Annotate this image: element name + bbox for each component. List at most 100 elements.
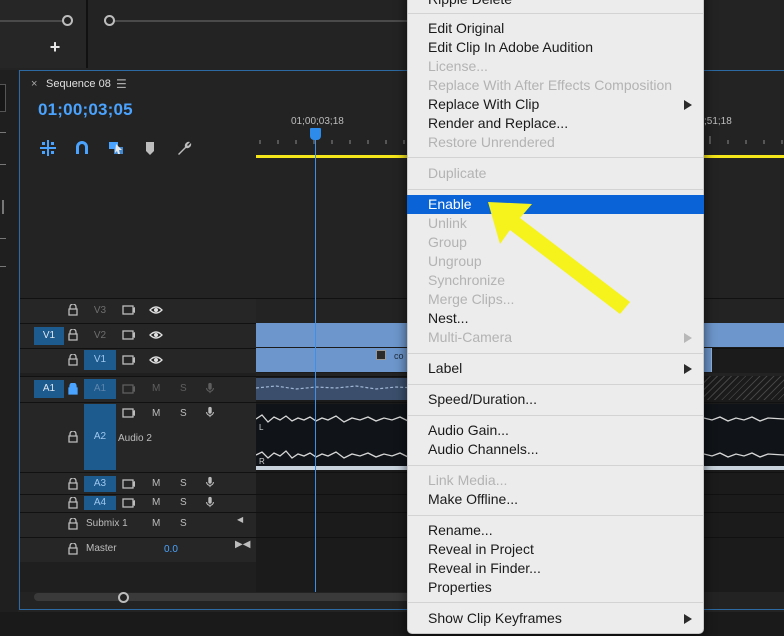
mic-icon[interactable] [203,406,217,418]
menu-item-label: Edit Clip In Adobe Audition [428,39,594,55]
track-target-v2[interactable]: V2 [84,329,116,343]
film-icon[interactable] [122,329,136,341]
menu-item-edit-clip-in-adobe-audition[interactable]: Edit Clip In Adobe Audition [407,38,704,57]
menu-item-label: Replace With Clip [428,96,540,112]
track-target-a3[interactable]: A3 [84,476,116,492]
menu-item-label[interactable]: Label [407,359,704,378]
master-level-value[interactable]: 0.0 [164,544,178,556]
timeline-zoom-scrollbar[interactable] [34,593,414,601]
snap-icon[interactable] [39,139,57,157]
menu-item-speed-duration[interactable]: Speed/Duration... [407,390,704,409]
track-target-a2[interactable]: A2 [84,404,116,470]
menu-item-reveal-in-finder[interactable]: Reveal in Finder... [407,559,704,578]
menu-item-replace-with-after-effects-composition[interactable]: Replace With After Effects Composition [407,76,704,95]
add-button[interactable]: + [46,38,64,56]
solo-button-a3[interactable]: S [180,478,187,490]
track-header-master [20,537,256,562]
lock-icon[interactable] [68,478,78,490]
channel-label-left: L [259,423,264,432]
mic-icon[interactable] [203,476,217,488]
menu-item-duplicate[interactable]: Duplicate [407,164,704,183]
mic-icon[interactable] [203,382,217,394]
playhead-timecode[interactable]: 01;00;03;05 [38,100,133,120]
master-end-icon[interactable]: ▶◀ [235,539,250,551]
solo-button-a4[interactable]: S [180,497,187,509]
menu-item-audio-gain[interactable]: Audio Gain... [407,421,704,440]
menu-item-properties[interactable]: Properties [407,578,704,597]
lock-icon[interactable] [68,329,78,341]
mute-button-a2[interactable]: M [152,408,160,420]
annotation-arrow [488,202,630,314]
mute-button-a3[interactable]: M [152,478,160,490]
top-left-panel [0,0,88,68]
menu-item-link-media[interactable]: Link Media... [407,471,704,490]
lock-icon[interactable] [68,431,78,443]
menu-separator [408,415,703,416]
menu-item-ripple-delete[interactable]: Ripple Delete [407,0,704,9]
sequence-tab-title[interactable]: Sequence 08 [46,77,111,91]
menu-item-restore-unrendered[interactable]: Restore Unrendered [407,133,704,152]
lock-icon[interactable] [68,383,78,395]
lock-icon[interactable] [68,304,78,316]
panel-menu-icon[interactable]: ☰ [116,77,128,91]
source-patch-v1[interactable]: V1 [34,327,64,345]
film-icon[interactable] [122,478,136,490]
mute-button-a1[interactable]: M [152,383,160,395]
source-patch-a1[interactable]: A1 [34,380,64,398]
solo-button-submix[interactable]: S [180,518,187,530]
solo-button-a2[interactable]: S [180,408,187,420]
menu-item-rename[interactable]: Rename... [407,521,704,540]
linked-selection-icon[interactable] [107,139,125,157]
film-icon[interactable] [122,497,136,509]
menu-separator [408,602,703,603]
top-right-zoom-track[interactable] [104,20,424,22]
film-icon[interactable] [122,407,136,419]
menu-item-label: Restore Unrendered [428,134,555,150]
eye-icon[interactable] [149,304,163,316]
menu-item-label: Reveal in Project [428,541,534,557]
top-left-zoom-track[interactable] [0,20,66,22]
close-icon[interactable]: × [31,78,41,90]
lock-icon[interactable] [68,354,78,366]
film-icon[interactable] [122,354,136,366]
playhead-handle[interactable] [310,128,321,140]
menu-item-reveal-in-project[interactable]: Reveal in Project [407,540,704,559]
playhead-line[interactable] [315,138,316,592]
solo-button-a1[interactable]: S [180,383,187,395]
film-icon[interactable] [122,383,136,395]
track-target-v3[interactable]: V3 [84,304,116,318]
eye-icon[interactable] [149,354,163,366]
wrench-icon[interactable] [175,139,193,157]
menu-item-render-and-replace[interactable]: Render and Replace... [407,114,704,133]
timeline-zoom-handle[interactable] [118,592,129,603]
lock-icon[interactable] [68,497,78,509]
track-target-a4[interactable]: A4 [84,496,116,510]
mute-button-submix[interactable]: M [152,518,160,530]
magnet-icon[interactable] [73,139,91,157]
menu-item-multi-camera[interactable]: Multi-Camera [407,328,704,347]
film-icon[interactable] [122,304,136,316]
menu-item-edit-original[interactable]: Edit Original [407,19,704,38]
ruler-label: 01;00;03;18 [291,116,344,127]
track-target-a1[interactable]: A1 [84,379,116,399]
menu-item-license[interactable]: License... [407,57,704,76]
mic-icon[interactable] [203,496,217,508]
menu-item-label: Reveal in Finder... [428,560,541,576]
left-panel-field[interactable] [0,84,6,112]
menu-item-make-offline[interactable]: Make Offline... [407,490,704,509]
menu-separator [408,384,703,385]
track-target-v1[interactable]: V1 [84,350,116,370]
menu-item-audio-channels[interactable]: Audio Channels... [407,440,704,459]
menu-separator [408,465,703,466]
menu-separator [408,157,703,158]
menu-item-replace-with-clip[interactable]: Replace With Clip [407,95,704,114]
lock-icon[interactable] [68,543,78,555]
menu-item-show-clip-keyframes[interactable]: Show Clip Keyframes [407,609,704,628]
submix-arrow-icon[interactable]: ◀ [237,514,243,526]
top-left-zoom-handle[interactable] [62,15,73,26]
mute-button-a4[interactable]: M [152,497,160,509]
eye-icon[interactable] [149,329,163,341]
top-right-zoom-handle[interactable] [104,15,115,26]
marker-icon[interactable] [144,141,162,159]
lock-icon[interactable] [68,518,78,530]
